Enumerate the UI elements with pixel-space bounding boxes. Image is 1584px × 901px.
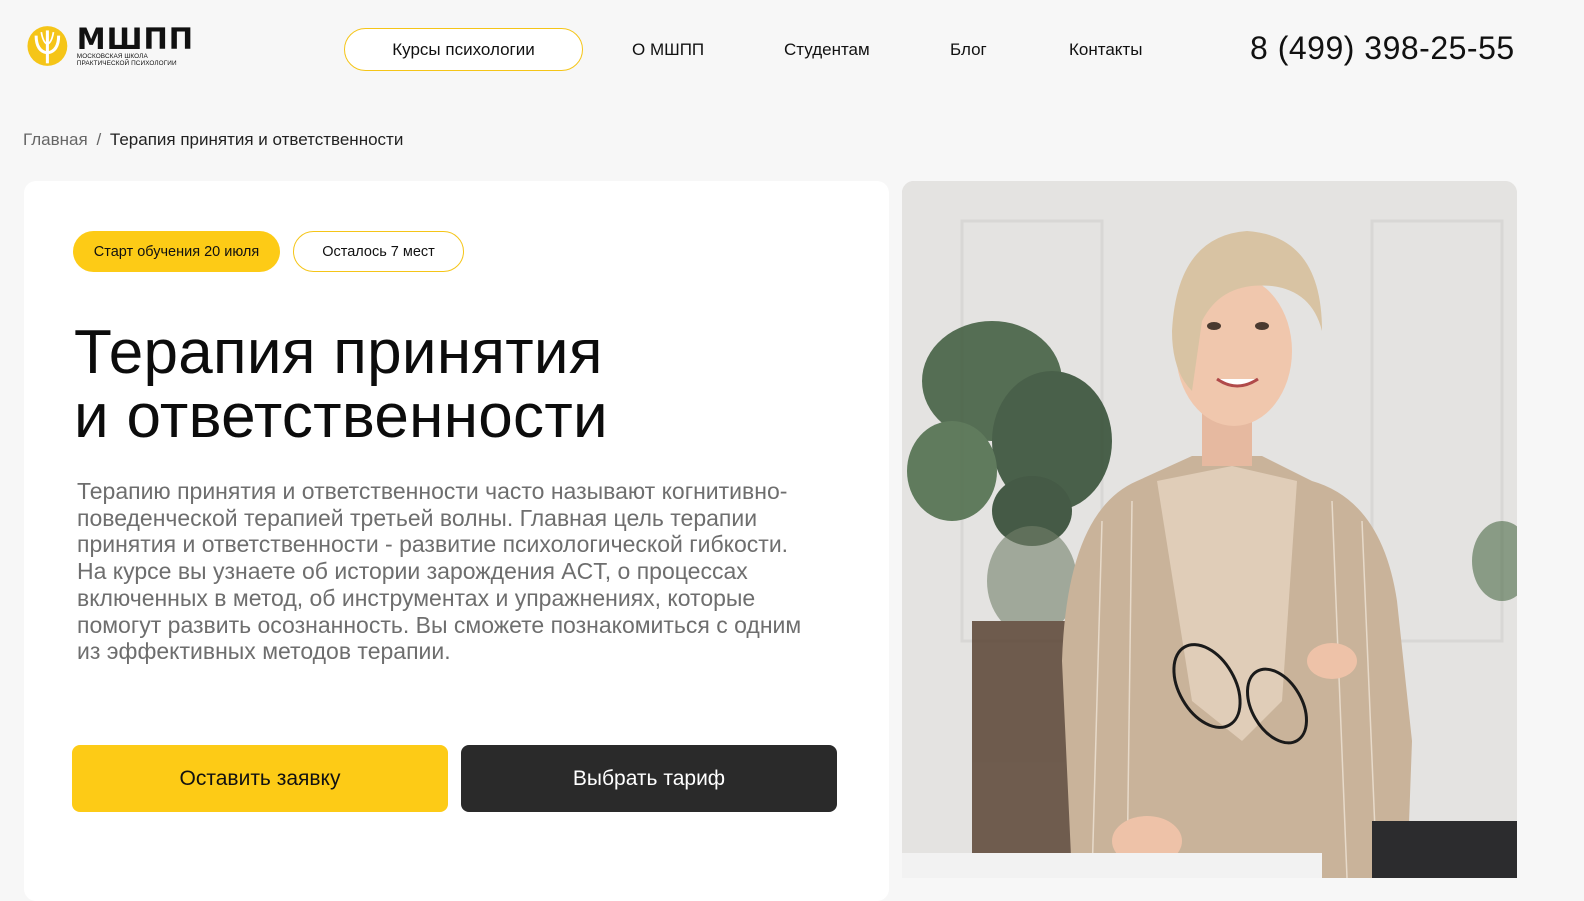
nav-courses-button[interactable]: Курсы психологии bbox=[344, 28, 583, 71]
course-description: Терапию принятия и ответственности часто… bbox=[77, 478, 802, 665]
nav-link-students[interactable]: Студентам bbox=[784, 40, 870, 60]
nav-link-contacts[interactable]: Контакты bbox=[1069, 40, 1142, 60]
teacher-photo-illustration bbox=[902, 181, 1517, 878]
nav-link-about[interactable]: О МШПП bbox=[632, 40, 704, 60]
hero-photo bbox=[902, 181, 1517, 878]
title-line-2: и ответственности bbox=[74, 382, 608, 451]
start-date-badge: Старт обучения 20 июля bbox=[73, 231, 280, 272]
phone-number-link[interactable]: 8 (499) 398-25-55 bbox=[1250, 30, 1515, 67]
page-title: Терапия принятия и ответственности bbox=[74, 321, 834, 449]
title-line-1: Терапия принятия bbox=[74, 318, 603, 387]
hero-card: Старт обучения 20 июля Осталось 7 мест Т… bbox=[24, 181, 889, 901]
logo-subtitle-2: практической психологии bbox=[76, 60, 177, 67]
logo-subtitle-1: Московская школа bbox=[76, 53, 148, 60]
breadcrumb-home-link[interactable]: Главная bbox=[23, 130, 88, 149]
psi-logo-icon bbox=[27, 26, 68, 66]
seats-left-badge: Осталось 7 мест bbox=[293, 231, 464, 272]
logo-text: МШПП Московская школа практической психо… bbox=[76, 22, 194, 68]
choose-tariff-button[interactable]: Выбрать тариф bbox=[461, 745, 837, 812]
breadcrumb-current: Терапия принятия и ответственности bbox=[109, 130, 404, 149]
breadcrumb-separator: / bbox=[96, 130, 102, 149]
site-header: МШПП Московская школа практической психо… bbox=[0, 0, 1584, 100]
site-logo[interactable]: МШПП Московская школа практической психо… bbox=[24, 22, 194, 70]
logo-title: МШПП bbox=[76, 22, 194, 56]
breadcrumb: Главная / Терапия принятия и ответственн… bbox=[23, 130, 403, 150]
nav-link-blog[interactable]: Блог bbox=[950, 40, 987, 60]
apply-button[interactable]: Оставить заявку bbox=[72, 745, 448, 812]
